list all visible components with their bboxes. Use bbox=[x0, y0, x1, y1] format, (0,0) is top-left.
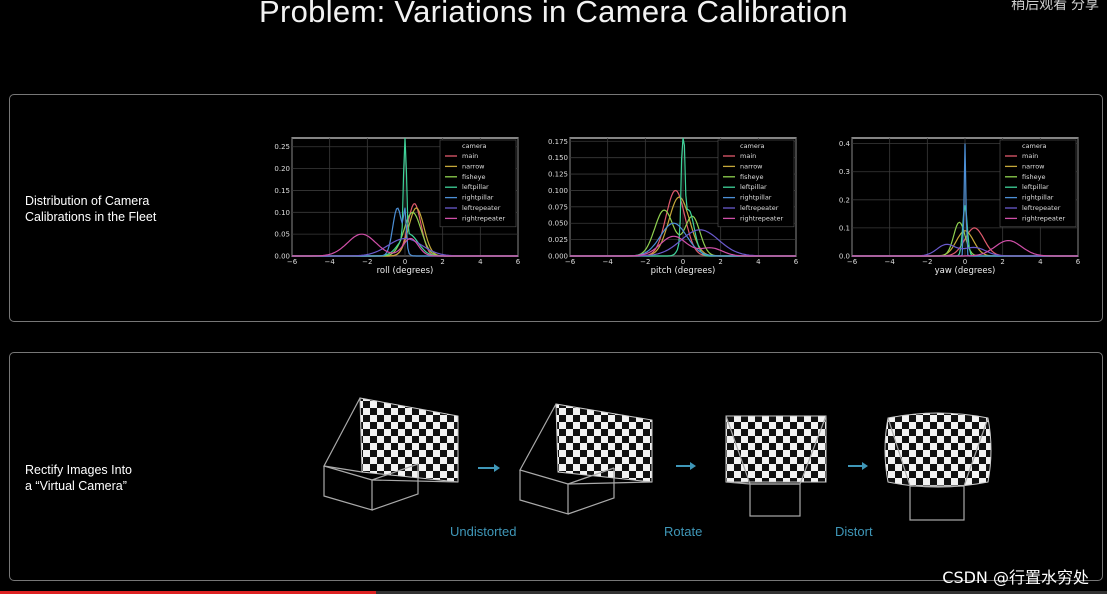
x-tick-label: −2 bbox=[640, 258, 650, 266]
y-tick-label: 0.050 bbox=[548, 220, 568, 228]
legend-label-main: main bbox=[740, 152, 756, 160]
y-tick-label: 0.125 bbox=[548, 171, 568, 179]
arrow-1-icon bbox=[478, 464, 500, 472]
x-tick-label: −4 bbox=[325, 258, 336, 266]
legend-title: camera bbox=[1022, 142, 1047, 150]
legend-label-fisheye: fisheye bbox=[462, 173, 485, 181]
legend-label-narrow: narrow bbox=[740, 162, 763, 170]
checkerboard-2 bbox=[555, 403, 653, 483]
x-tick-label: 4 bbox=[478, 258, 483, 266]
y-tick-label: 0.00 bbox=[274, 253, 290, 261]
arrow-2-icon bbox=[676, 462, 696, 470]
y-tick-label: 0.000 bbox=[548, 253, 568, 261]
camera-2-diagram bbox=[519, 403, 653, 515]
legend-label-rightpillar: rightpillar bbox=[462, 194, 494, 202]
legend-label-rightpillar: rightpillar bbox=[1022, 194, 1054, 202]
x-tick-label: 2 bbox=[440, 258, 444, 266]
top-right-controls[interactable]: 稍后观看 分享 bbox=[1011, 0, 1099, 14]
y-tick-label: 0.150 bbox=[548, 154, 568, 162]
x-tick-label: 0 bbox=[403, 258, 407, 266]
legend-label-leftpillar: leftpillar bbox=[462, 183, 489, 191]
legend-label-main: main bbox=[1022, 152, 1038, 160]
x-tick-label: −4 bbox=[885, 258, 896, 266]
legend-label-fisheye: fisheye bbox=[1022, 173, 1045, 181]
legend-label-rightrepeater: rightrepeater bbox=[740, 214, 783, 222]
y-tick-label: 0.0 bbox=[839, 253, 850, 261]
checkerboard-4 bbox=[884, 412, 992, 488]
x-axis-label: pitch (degrees) bbox=[651, 266, 716, 276]
csdn-watermark: CSDN @行置水穷处 bbox=[942, 568, 1089, 587]
x-tick-label: 6 bbox=[794, 258, 799, 266]
rectify-label-line1: Rectify Images Into bbox=[25, 463, 132, 477]
x-tick-label: −2 bbox=[362, 258, 372, 266]
y-tick-label: 0.025 bbox=[548, 236, 568, 244]
x-tick-label: −4 bbox=[603, 258, 614, 266]
legend-label-leftrepeater: leftrepeater bbox=[462, 204, 501, 212]
rectify-diagram bbox=[323, 397, 992, 521]
x-tick-label: 2 bbox=[718, 258, 722, 266]
yaw-chart-svg: −6 −4 −2 0 2 4 60.00.10.20.30.4yaw (degrees)ca… bbox=[839, 137, 1081, 276]
checkerboard-3 bbox=[725, 415, 827, 483]
y-tick-label: 0.25 bbox=[274, 143, 290, 151]
legend-label-fisheye: fisheye bbox=[740, 173, 763, 181]
y-tick-label: 0.10 bbox=[274, 209, 290, 217]
roll-chart-svg: −6 −4 −2 0 2 4 60.000.050.100.150.200.25roll (… bbox=[274, 137, 521, 276]
distribution-label-line1: Distribution of Camera bbox=[25, 194, 150, 208]
arrow-3-icon bbox=[848, 462, 868, 470]
distribution-label: Distribution of Camera Calibrations in t… bbox=[25, 193, 156, 225]
x-tick-label: 6 bbox=[1076, 258, 1081, 266]
legend-label-narrow: narrow bbox=[1022, 162, 1045, 170]
y-tick-label: 0.075 bbox=[548, 203, 568, 211]
x-axis-label: yaw (degrees) bbox=[935, 266, 996, 276]
y-tick-label: 0.175 bbox=[548, 138, 568, 146]
y-tick-label: 0.05 bbox=[274, 231, 290, 239]
step-distort-label: Distort bbox=[835, 524, 873, 539]
checkerboard-1 bbox=[359, 397, 459, 483]
rectify-label-line2: a “Virtual Camera” bbox=[25, 479, 127, 493]
yaw-chart: −6 −4 −2 0 2 4 6 0.0 0.1 0.2 0.3 0.4 yaw (degrees) ca… bbox=[822, 128, 1090, 278]
camera-4-diagram bbox=[884, 412, 992, 521]
legend-title: camera bbox=[740, 142, 765, 150]
legend-label-narrow: narrow bbox=[462, 162, 485, 170]
legend-label-leftpillar: leftpillar bbox=[740, 183, 767, 191]
step-rotate-label: Rotate bbox=[664, 524, 703, 539]
pitch-chart-svg: −6 −4 −2 0 2 4 60.0000.0250.0500.0750.1000.125… bbox=[548, 137, 799, 276]
slide-title: Problem: Variations in Camera Calibratio… bbox=[259, 0, 848, 29]
y-tick-label: 0.20 bbox=[274, 165, 290, 173]
legend-label-rightpillar: rightpillar bbox=[740, 194, 772, 202]
legend-label-main: main bbox=[462, 152, 478, 160]
rectify-label: Rectify Images Into a “Virtual Camera” bbox=[25, 462, 132, 494]
step-undistorted-label: Undistorted bbox=[450, 524, 517, 539]
legend-label-leftrepeater: leftrepeater bbox=[740, 204, 779, 212]
camera-1-diagram bbox=[323, 397, 459, 511]
x-axis-label: roll (degrees) bbox=[377, 266, 434, 276]
x-tick-label: 6 bbox=[516, 258, 521, 266]
y-tick-label: 0.4 bbox=[839, 140, 851, 148]
x-tick-label: −2 bbox=[922, 258, 932, 266]
distribution-label-line2: Calibrations in the Fleet bbox=[25, 210, 157, 224]
y-tick-label: 0.2 bbox=[839, 196, 850, 204]
x-tick-label: 2 bbox=[1000, 258, 1004, 266]
y-tick-label: 0.1 bbox=[839, 224, 850, 232]
x-tick-label: 4 bbox=[756, 258, 761, 266]
legend-label-leftrepeater: leftrepeater bbox=[1022, 204, 1061, 212]
y-tick-label: 0.3 bbox=[839, 168, 850, 176]
x-tick-label: 0 bbox=[681, 258, 685, 266]
camera-3-diagram bbox=[725, 415, 827, 517]
legend-label-leftpillar: leftpillar bbox=[1022, 183, 1049, 191]
x-tick-label: 4 bbox=[1038, 258, 1043, 266]
pitch-chart: −6 −4 −2 0 2 4 6 0.000 0.025 0.050 0.075 0.100 0.125… bbox=[540, 128, 808, 278]
legend-label-rightrepeater: rightrepeater bbox=[462, 214, 505, 222]
y-tick-label: 0.100 bbox=[548, 187, 568, 195]
x-tick-label: 0 bbox=[963, 258, 967, 266]
legend-title: camera bbox=[462, 142, 487, 150]
roll-chart: −6 −4 −2 0 2 4 6 0.00 0.05 0.10 0.15 0.20 0.25 roll (… bbox=[262, 128, 530, 278]
legend-label-rightrepeater: rightrepeater bbox=[1022, 214, 1065, 222]
y-tick-label: 0.15 bbox=[274, 187, 290, 195]
